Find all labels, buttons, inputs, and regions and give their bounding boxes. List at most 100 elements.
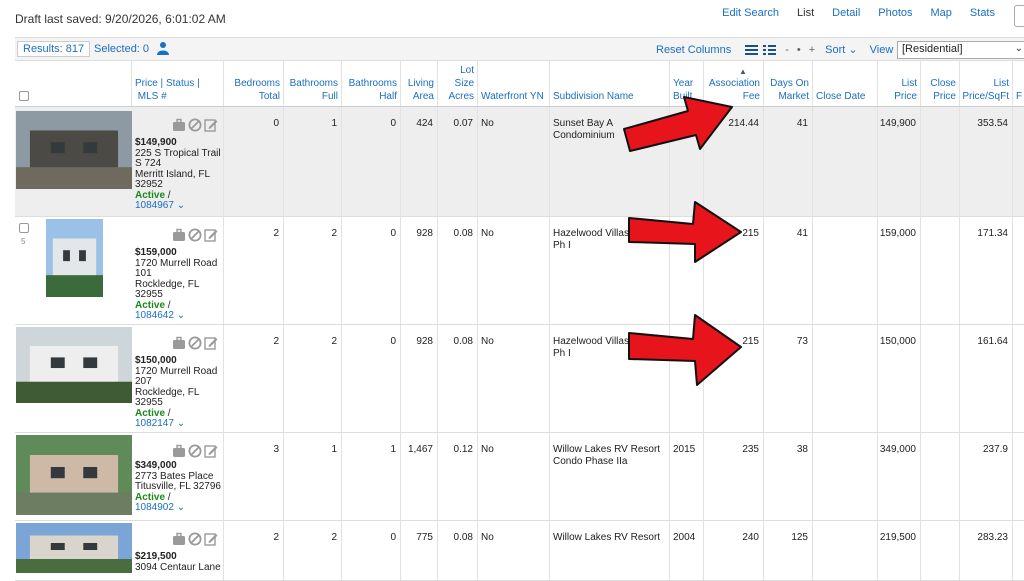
listing-price: $159,000 bbox=[135, 247, 177, 258]
sort-menu[interactable]: Sort ⌄ bbox=[825, 43, 857, 56]
row-checkbox[interactable] bbox=[19, 223, 29, 233]
chevron-down-icon[interactable]: ⌄ bbox=[174, 310, 185, 321]
subdivision-line: Willow Lakes RV Resort bbox=[553, 532, 661, 543]
col-close-date[interactable]: Close Date bbox=[812, 61, 877, 107]
ban-icon[interactable] bbox=[188, 444, 202, 458]
person-icon[interactable] bbox=[157, 41, 169, 55]
table-row[interactable]: 8$219,5003094 Centaur Lane2207750.08NoWi… bbox=[15, 521, 1024, 581]
overflow-button[interactable] bbox=[1014, 5, 1024, 27]
edit-icon[interactable] bbox=[204, 118, 218, 132]
cell-value: 240 bbox=[742, 532, 759, 543]
tab-detail[interactable]: Detail bbox=[823, 7, 869, 19]
chevron-down-icon[interactable]: ⌄ bbox=[174, 418, 185, 429]
briefcase-icon[interactable] bbox=[172, 444, 186, 458]
cell-value: 0 bbox=[273, 118, 279, 129]
col-close-price[interactable]: Close Price bbox=[920, 61, 959, 107]
cell-fee: 240 bbox=[703, 521, 763, 580]
listing-summary: $150,000 1720 Murrell Road 207 Rockledge, F… bbox=[135, 355, 217, 430]
col-bedrooms[interactable]: Bedrooms Total bbox=[223, 61, 283, 107]
cell-half: 1 bbox=[341, 433, 400, 520]
cell-value: 928 bbox=[416, 228, 433, 239]
col-label: Price bbox=[933, 91, 956, 102]
draft-saved-status: Draft last saved: 9/20/2026, 6:01:02 AM bbox=[15, 12, 226, 26]
cell-year: 2004 bbox=[669, 521, 703, 580]
cell-lot: 0.08 bbox=[437, 521, 477, 580]
list-view-icon[interactable] bbox=[745, 44, 759, 55]
chevron-down-icon[interactable]: ⌄ bbox=[174, 200, 185, 211]
ban-icon[interactable] bbox=[188, 228, 202, 242]
col-living-area[interactable]: Living Area bbox=[400, 61, 437, 107]
col-label: Bedrooms bbox=[234, 78, 280, 89]
listing-photo[interactable] bbox=[16, 435, 132, 515]
ban-icon[interactable] bbox=[188, 118, 202, 132]
select-all-checkbox[interactable] bbox=[19, 91, 29, 101]
edit-icon[interactable] bbox=[204, 532, 218, 546]
col-days-on-market[interactable]: Days On Market bbox=[763, 61, 812, 107]
col-waterfront[interactable]: Waterfront YN bbox=[477, 61, 549, 107]
cell-value: 171.34 bbox=[977, 228, 1008, 239]
selected-count[interactable]: Selected: 0 bbox=[94, 43, 149, 55]
mls-number-link[interactable]: 1084902 bbox=[135, 502, 174, 513]
tab-list[interactable]: List bbox=[788, 7, 823, 19]
zoom-out-button[interactable]: - bbox=[785, 44, 789, 56]
table-row[interactable]: 5 $159,000 1720 Murrell Road 101 Rockledge, … bbox=[15, 217, 1024, 325]
view-select[interactable]: [Residential] ⌄ bbox=[897, 41, 1024, 59]
edit-icon[interactable] bbox=[204, 336, 218, 350]
ban-icon[interactable] bbox=[188, 336, 202, 350]
edit-icon[interactable] bbox=[204, 228, 218, 242]
table-row[interactable]: 7$349,0002773 Bates PlaceTitusville, FL … bbox=[15, 433, 1024, 521]
cell-value: 775 bbox=[416, 532, 433, 543]
cell-year: 2015 bbox=[669, 433, 703, 520]
ban-icon[interactable] bbox=[188, 532, 202, 546]
listing-price: $349,000 bbox=[135, 460, 177, 471]
zoom-in-button[interactable]: + bbox=[809, 44, 815, 56]
cell-half: 0 bbox=[341, 217, 400, 324]
briefcase-icon[interactable] bbox=[172, 532, 186, 546]
reset-columns-link[interactable]: Reset Columns bbox=[656, 44, 731, 56]
col-bathrooms-full[interactable]: Bathrooms Full bbox=[283, 61, 341, 107]
mls-number-link[interactable]: 1084967 bbox=[135, 200, 174, 211]
tab-stats[interactable]: Stats bbox=[961, 7, 1004, 19]
col-list-price[interactable]: List Price bbox=[877, 61, 920, 107]
tab-edit-search[interactable]: Edit Search bbox=[713, 7, 788, 19]
grid-view-icon[interactable] bbox=[763, 44, 777, 55]
subdivision-name: Willow Lakes RV Resort bbox=[553, 532, 660, 544]
mls-number-link[interactable]: 1084642 bbox=[135, 310, 174, 321]
listing-photo[interactable] bbox=[16, 111, 132, 189]
cell-half: 0 bbox=[341, 325, 400, 432]
col-price-per-sqft[interactable]: List Price/SqFt bbox=[959, 61, 1012, 107]
cell-close_price bbox=[920, 325, 959, 432]
mls-number-link[interactable]: 1082147 bbox=[135, 418, 174, 429]
col-price-status-mls[interactable]: Price | Status | MLS # bbox=[131, 61, 223, 107]
table-row[interactable]: 4$149,900225 S Tropical TrailS 724Merrit… bbox=[15, 107, 1024, 217]
cell-value: 2 bbox=[331, 336, 337, 347]
listing-photo[interactable] bbox=[16, 523, 132, 573]
cell-value: 2 bbox=[273, 532, 279, 543]
tab-map[interactable]: Map bbox=[922, 7, 961, 19]
cell-value: 2004 bbox=[673, 532, 696, 543]
listing-price: $149,900 bbox=[135, 137, 177, 148]
tab-photos[interactable]: Photos bbox=[869, 7, 921, 19]
col-bathrooms-half[interactable]: Bathrooms Half bbox=[341, 61, 400, 107]
toolbar-actions: Reset Columns - • + Sort ⌄ View bbox=[656, 43, 898, 57]
cell-ppsf: 237.9 bbox=[959, 433, 1012, 520]
cell-value: 2015 bbox=[673, 444, 696, 455]
col-lot-size[interactable]: Lot Size Acres bbox=[437, 61, 477, 107]
briefcase-icon[interactable] bbox=[172, 228, 186, 242]
status-badge: Active bbox=[135, 407, 166, 419]
col-label: F bbox=[1016, 91, 1023, 102]
briefcase-icon[interactable] bbox=[172, 336, 186, 350]
col-extra[interactable]: F bbox=[1012, 61, 1024, 107]
listing-photo[interactable] bbox=[46, 219, 103, 297]
chevron-down-icon[interactable]: ⌄ bbox=[174, 502, 185, 513]
col-label: Total bbox=[258, 91, 280, 102]
briefcase-icon[interactable] bbox=[172, 118, 186, 132]
red-arrow-icon bbox=[623, 96, 733, 152]
cell-value: 0.08 bbox=[453, 228, 473, 239]
results-count[interactable]: Results: 817 bbox=[17, 41, 91, 57]
listing-photo[interactable] bbox=[16, 327, 132, 403]
edit-icon[interactable] bbox=[204, 444, 218, 458]
cell-dom: 41 bbox=[763, 217, 812, 324]
table-row[interactable]: 6$150,0001720 Murrell Road207Rockledge, … bbox=[15, 325, 1024, 433]
col-label: Fee bbox=[742, 91, 760, 102]
